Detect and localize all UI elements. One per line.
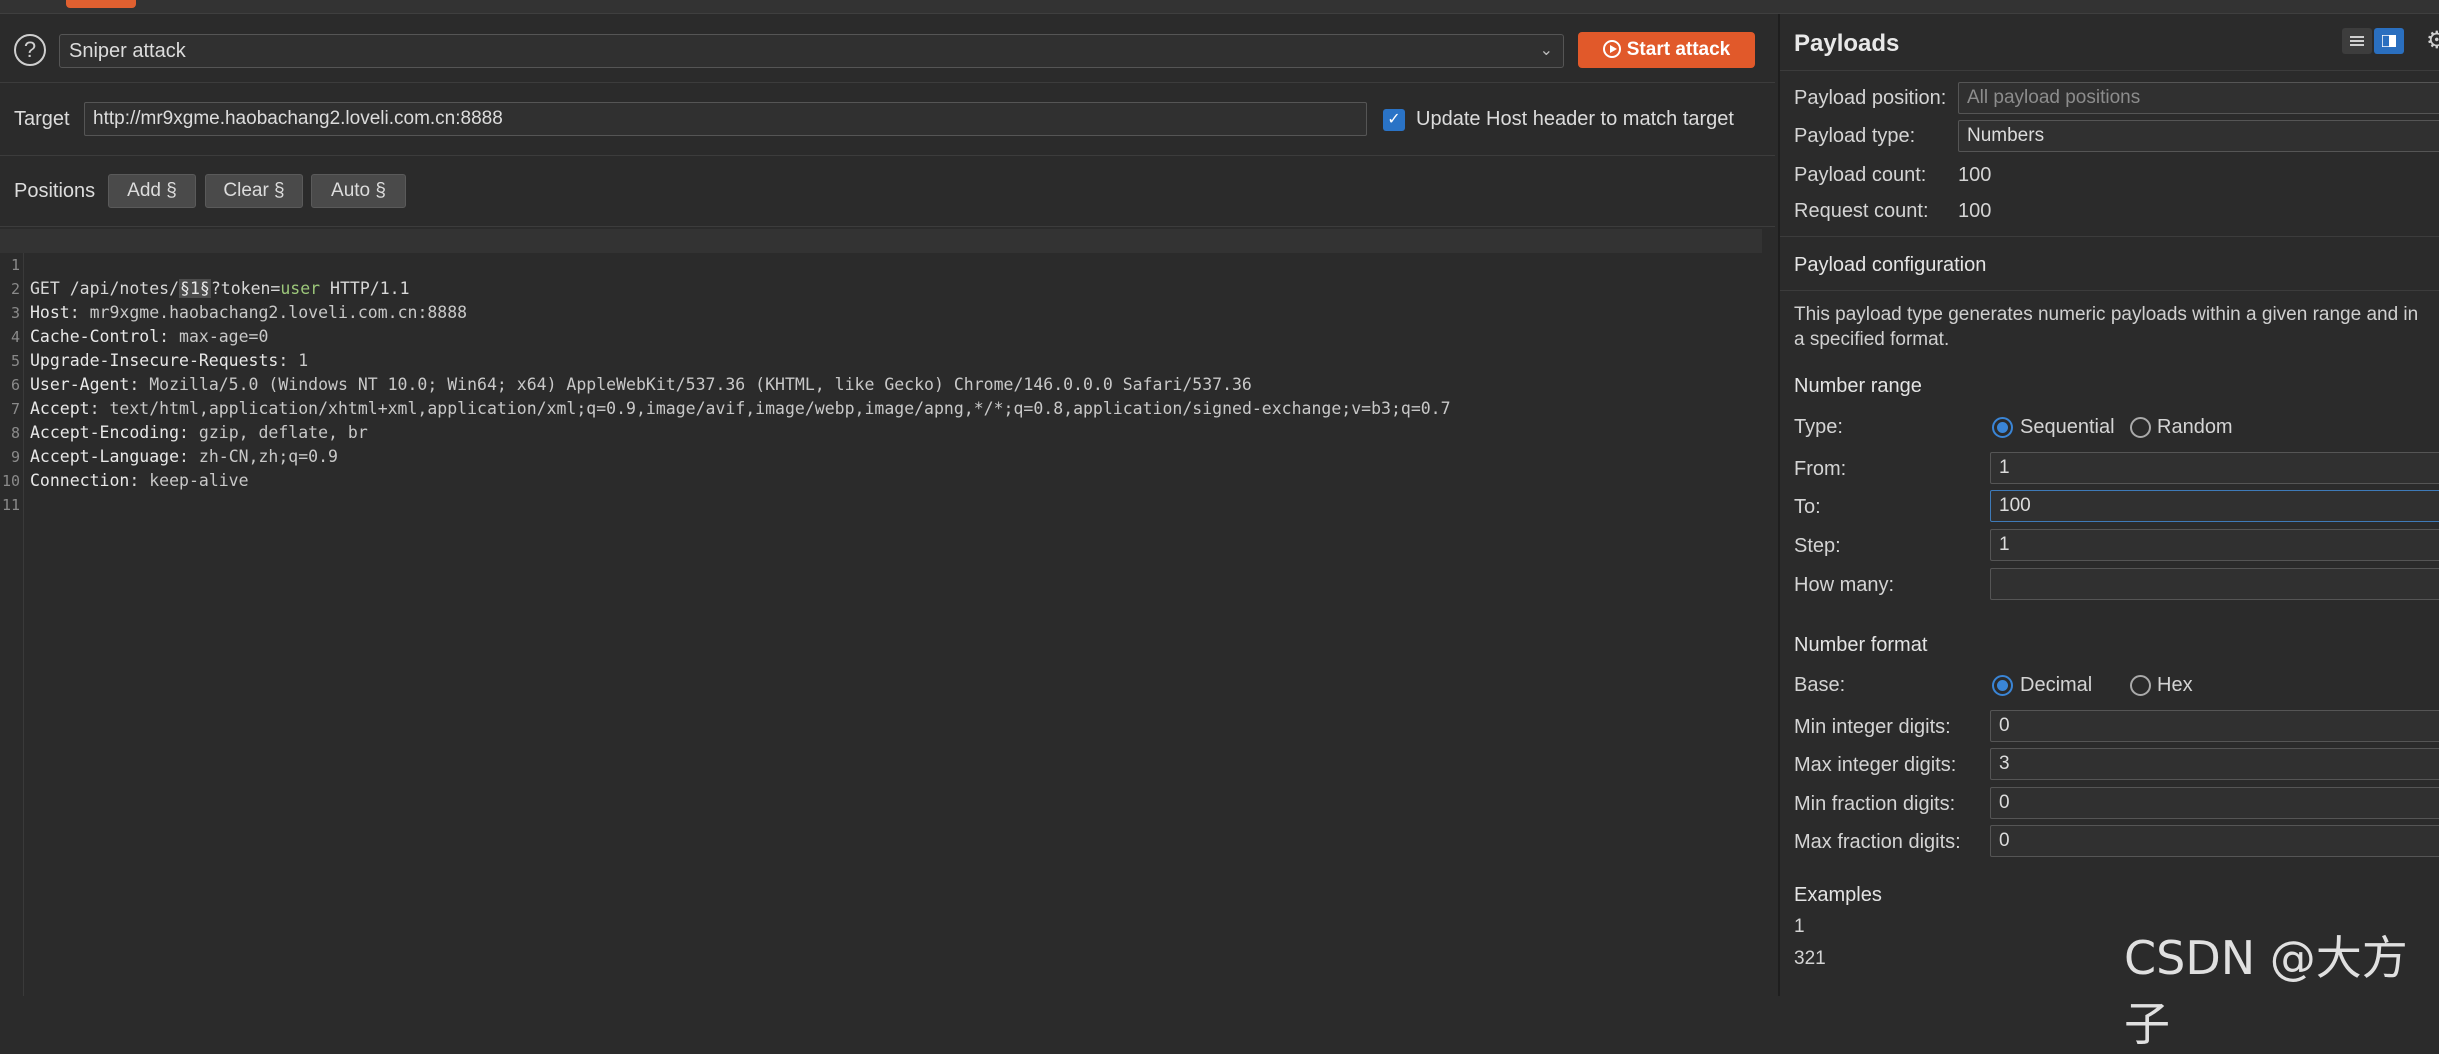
base-label: Base: [1794,674,1846,696]
divider [0,82,1775,83]
payloads-panel: Payloads ⚙ Payload position: All payload… [1778,14,2439,996]
help-icon[interactable]: ? [14,34,46,66]
request-line[interactable]: 6 Accept: text/html,application/xhtml+xm… [0,349,1762,418]
line-number: 11 [1,496,20,514]
divider [0,155,1775,156]
payload-type-select[interactable]: Numbers [1958,120,2439,152]
request-editor[interactable]: 1 GET /api/notes/§1§?token=user HTTP/1.1… [0,229,1775,996]
divider [1780,236,2439,237]
hex-label: Hex [2157,674,2193,696]
how-many-label: How many: [1794,574,1895,596]
chevron-down-icon: ⌄ [1539,42,1553,59]
gear-icon[interactable]: ⚙ [2426,26,2439,55]
payload-position-label: Payload position: [1794,87,1947,109]
payload-count-label: Payload count: [1794,164,1927,186]
payloads-title: Payloads [1794,30,1900,57]
sequential-radio[interactable] [1992,417,2013,438]
range-type-label: Type: [1794,416,1843,438]
example-value: 321 [1794,948,1826,969]
request-line[interactable]: 8 Accept-Language: zh-CN,zh;q=0.9 [0,397,1762,466]
update-host-checkbox[interactable]: ✓ [1383,109,1405,131]
request-line[interactable]: 11 [0,469,1762,514]
request-line[interactable]: 5 User-Agent: Mozilla/5.0 (Windows NT 10… [0,325,1762,394]
random-label: Random [2157,416,2233,438]
examples-title: Examples [1794,884,1882,906]
start-attack-label: Start attack [1626,39,1731,60]
min-fraction-digits-input[interactable]: 0 [1990,787,2439,819]
decimal-label: Decimal [2020,674,2093,696]
to-input[interactable]: 100 [1990,490,2439,522]
active-tab-indicator[interactable] [66,0,136,8]
request-count-value: 100 [1958,200,1992,222]
random-radio[interactable] [2130,417,2151,438]
request-line[interactable]: 3 Cache-Control: max-age=0 [0,277,1762,346]
request-line[interactable]: 7 Accept-Encoding: gzip, deflate, br [0,373,1762,442]
divider [0,226,1775,227]
step-input[interactable]: 1 [1990,529,2439,561]
max-fraction-digits-input[interactable]: 0 [1990,825,2439,857]
number-range-title: Number range [1794,375,1922,397]
min-integer-digits-input[interactable]: 0 [1990,710,2439,742]
request-line[interactable]: 4 Upgrade-Insecure-Requests: 1 [0,301,1762,370]
step-label: Step: [1794,535,1841,557]
list-view-icon[interactable] [2342,28,2372,54]
number-format-title: Number format [1794,634,1928,656]
target-label: Target [14,108,70,130]
min-integer-digits-label: Min integer digits: [1794,716,1951,738]
from-label: From: [1794,458,1847,480]
positions-label: Positions [14,180,96,202]
start-attack-button[interactable]: Start attack [1578,32,1755,68]
to-label: To: [1794,496,1821,518]
request-line[interactable]: 1 GET /api/notes/§1§?token=user HTTP/1.1 [0,229,1762,298]
request-line[interactable]: 9 Connection: keep-alive [0,421,1762,490]
attack-type-value: Sniper attack [69,40,186,62]
min-fraction-digits-label: Min fraction digits: [1794,793,1956,815]
payload-type-label: Payload type: [1794,125,1916,147]
how-many-input[interactable] [1990,568,2439,600]
request-line[interactable]: 2 Host: mr9xgme.haobachang2.loveli.com.c… [0,253,1762,322]
max-integer-digits-label: Max integer digits: [1794,754,1957,776]
update-host-label: Update Host header to match target [1416,108,1734,130]
split-view-icon[interactable] [2374,28,2404,54]
payload-configuration-title: Payload configuration [1794,254,1987,276]
top-tab-strip [0,0,2439,14]
max-integer-digits-input[interactable]: 3 [1990,748,2439,780]
add-marker-button[interactable]: Add § [108,174,196,208]
from-input[interactable]: 1 [1990,452,2439,484]
attack-config-panel: ? Sniper attack ⌄ Start attack Target ht… [0,14,1775,996]
decimal-radio[interactable] [1992,675,2013,696]
play-icon [1602,40,1621,58]
max-fraction-digits-label: Max fraction digits: [1794,831,1961,853]
payload-count-value: 100 [1958,164,1992,186]
auto-markers-button[interactable]: Auto § [311,174,406,208]
target-url-input[interactable]: http://mr9xgme.haobachang2.loveli.com.cn… [84,102,1367,136]
clear-markers-button[interactable]: Clear § [205,174,303,208]
example-value: 1 [1794,916,1805,937]
request-count-label: Request count: [1794,200,1929,222]
divider [1780,70,2439,71]
sequential-label: Sequential [2020,416,2115,438]
watermark: CSDN @大方子 [2124,931,2408,1051]
payload-configuration-description: This payload type generates numeric payl… [1794,304,2419,350]
payload-position-select[interactable]: All payload positions [1958,82,2439,114]
divider [1780,290,2439,291]
attack-type-select[interactable]: Sniper attack ⌄ [59,34,1564,68]
hex-radio[interactable] [2130,675,2151,696]
request-line[interactable]: 10 [0,445,1762,490]
